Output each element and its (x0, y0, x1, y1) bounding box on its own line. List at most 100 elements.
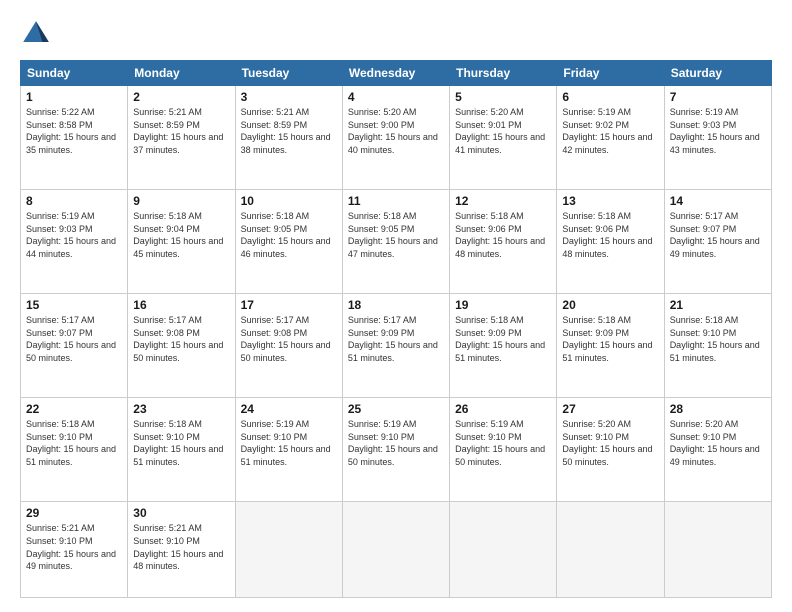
logo-icon (20, 18, 52, 50)
day-number: 23 (133, 402, 229, 416)
table-row: 26 Sunrise: 5:19 AMSunset: 9:10 PMDayligh… (450, 398, 557, 502)
calendar-week-1: 1 Sunrise: 5:22 AMSunset: 8:58 PMDaylight… (21, 86, 772, 190)
table-row: 29 Sunrise: 5:21 AMSunset: 9:10 PMDayligh… (21, 502, 128, 598)
table-row: 28Sunrise: 5:20 AMSunset: 9:10 PMDayligh… (664, 398, 771, 502)
cell-text: Sunrise: 5:20 AMSunset: 9:10 PMDaylight:… (562, 419, 652, 467)
table-row (557, 502, 664, 598)
table-row: 27 Sunrise: 5:20 AMSunset: 9:10 PMDayligh… (557, 398, 664, 502)
table-row: 24 Sunrise: 5:19 AMSunset: 9:10 PMDayligh… (235, 398, 342, 502)
table-row: 5 Sunrise: 5:20 AMSunset: 9:01 PMDaylight… (450, 86, 557, 190)
col-saturday: Saturday (664, 61, 771, 86)
table-row: 13 Sunrise: 5:18 AMSunset: 9:06 PMDayligh… (557, 190, 664, 294)
table-row: 14 Sunrise: 5:17 AMSunset: 9:07 PMDayligh… (664, 190, 771, 294)
day-number: 26 (455, 402, 551, 416)
cell-text: Sunrise: 5:20 AMSunset: 9:01 PMDaylight:… (455, 107, 545, 155)
cell-text: Sunrise: 5:17 AMSunset: 9:08 PMDaylight:… (133, 315, 223, 363)
cell-text: Sunrise: 5:18 AMSunset: 9:05 PMDaylight:… (348, 211, 438, 259)
day-number: 9 (133, 194, 229, 208)
table-row: 19 Sunrise: 5:18 AMSunset: 9:09 PMDayligh… (450, 294, 557, 398)
cell-text: Sunrise: 5:18 AMSunset: 9:04 PMDaylight:… (133, 211, 223, 259)
day-number: 14 (670, 194, 766, 208)
table-row: 11 Sunrise: 5:18 AMSunset: 9:05 PMDayligh… (342, 190, 449, 294)
table-row: 23 Sunrise: 5:18 AMSunset: 9:10 PMDayligh… (128, 398, 235, 502)
cell-text: Sunrise: 5:17 AMSunset: 9:07 PMDaylight:… (26, 315, 116, 363)
cell-text: Sunrise: 5:20 AMSunset: 9:00 PMDaylight:… (348, 107, 438, 155)
cell-text: Sunrise: 5:18 AMSunset: 9:09 PMDaylight:… (455, 315, 545, 363)
cell-text: Sunrise: 5:18 AMSunset: 9:10 PMDaylight:… (133, 419, 223, 467)
day-number: 15 (26, 298, 122, 312)
day-number: 25 (348, 402, 444, 416)
day-number: 28 (670, 402, 766, 416)
day-number: 27 (562, 402, 658, 416)
cell-text: Sunrise: 5:21 AMSunset: 9:10 PMDaylight:… (26, 523, 116, 571)
day-number: 12 (455, 194, 551, 208)
calendar-body: 1 Sunrise: 5:22 AMSunset: 8:58 PMDaylight… (21, 86, 772, 598)
table-row: 21Sunrise: 5:18 AMSunset: 9:10 PMDayligh… (664, 294, 771, 398)
table-row: 4 Sunrise: 5:20 AMSunset: 9:00 PMDaylight… (342, 86, 449, 190)
cell-text: Sunrise: 5:19 AMSunset: 9:03 PMDaylight:… (670, 107, 760, 155)
cell-text: Sunrise: 5:21 AMSunset: 8:59 PMDaylight:… (241, 107, 331, 155)
table-row (450, 502, 557, 598)
calendar-week-2: 8Sunrise: 5:19 AMSunset: 9:03 PMDaylight… (21, 190, 772, 294)
calendar-header: Sunday Monday Tuesday Wednesday Thursday… (21, 61, 772, 86)
cell-text: Sunrise: 5:19 AMSunset: 9:10 PMDaylight:… (241, 419, 331, 467)
cell-text: Sunrise: 5:17 AMSunset: 9:09 PMDaylight:… (348, 315, 438, 363)
day-number: 1 (26, 90, 122, 104)
day-number: 17 (241, 298, 337, 312)
calendar-week-4: 22 Sunrise: 5:18 AMSunset: 9:10 PMDayligh… (21, 398, 772, 502)
header (20, 18, 772, 50)
col-friday: Friday (557, 61, 664, 86)
table-row: 18 Sunrise: 5:17 AMSunset: 9:09 PMDayligh… (342, 294, 449, 398)
table-row: 15 Sunrise: 5:17 AMSunset: 9:07 PMDayligh… (21, 294, 128, 398)
table-row: 30Sunrise: 5:21 AMSunset: 9:10 PMDayligh… (128, 502, 235, 598)
calendar-week-5: 29 Sunrise: 5:21 AMSunset: 9:10 PMDayligh… (21, 502, 772, 598)
table-row (342, 502, 449, 598)
table-row: 2Sunrise: 5:21 AMSunset: 8:59 PMDaylight… (128, 86, 235, 190)
col-wednesday: Wednesday (342, 61, 449, 86)
cell-text: Sunrise: 5:18 AMSunset: 9:05 PMDaylight:… (241, 211, 331, 259)
calendar-table: Sunday Monday Tuesday Wednesday Thursday… (20, 60, 772, 598)
col-tuesday: Tuesday (235, 61, 342, 86)
day-number: 2 (133, 90, 229, 104)
day-number: 22 (26, 402, 122, 416)
day-number: 29 (26, 506, 122, 520)
cell-text: Sunrise: 5:19 AMSunset: 9:10 PMDaylight:… (348, 419, 438, 467)
table-row: 9 Sunrise: 5:18 AMSunset: 9:04 PMDaylight… (128, 190, 235, 294)
day-number: 24 (241, 402, 337, 416)
day-number: 8 (26, 194, 122, 208)
table-row: 1 Sunrise: 5:22 AMSunset: 8:58 PMDaylight… (21, 86, 128, 190)
cell-text: Sunrise: 5:19 AMSunset: 9:10 PMDaylight:… (455, 419, 545, 467)
col-sunday: Sunday (21, 61, 128, 86)
table-row: 17 Sunrise: 5:17 AMSunset: 9:08 PMDayligh… (235, 294, 342, 398)
table-row: 20Sunrise: 5:18 AMSunset: 9:09 PMDayligh… (557, 294, 664, 398)
table-row: 3 Sunrise: 5:21 AMSunset: 8:59 PMDaylight… (235, 86, 342, 190)
cell-text: Sunrise: 5:17 AMSunset: 9:08 PMDaylight:… (241, 315, 331, 363)
table-row: 22 Sunrise: 5:18 AMSunset: 9:10 PMDayligh… (21, 398, 128, 502)
table-row (235, 502, 342, 598)
cell-text: Sunrise: 5:17 AMSunset: 9:07 PMDaylight:… (670, 211, 760, 259)
table-row: 16Sunrise: 5:17 AMSunset: 9:08 PMDayligh… (128, 294, 235, 398)
col-monday: Monday (128, 61, 235, 86)
cell-text: Sunrise: 5:22 AMSunset: 8:58 PMDaylight:… (26, 107, 116, 155)
day-number: 13 (562, 194, 658, 208)
day-number: 6 (562, 90, 658, 104)
cell-text: Sunrise: 5:19 AMSunset: 9:02 PMDaylight:… (562, 107, 652, 155)
logo (20, 18, 56, 50)
day-number: 7 (670, 90, 766, 104)
cell-text: Sunrise: 5:18 AMSunset: 9:06 PMDaylight:… (455, 211, 545, 259)
cell-text: Sunrise: 5:18 AMSunset: 9:10 PMDaylight:… (26, 419, 116, 467)
day-number: 3 (241, 90, 337, 104)
cell-text: Sunrise: 5:18 AMSunset: 9:09 PMDaylight:… (562, 315, 652, 363)
calendar-week-3: 15 Sunrise: 5:17 AMSunset: 9:07 PMDayligh… (21, 294, 772, 398)
day-number: 5 (455, 90, 551, 104)
day-number: 18 (348, 298, 444, 312)
cell-text: Sunrise: 5:18 AMSunset: 9:06 PMDaylight:… (562, 211, 652, 259)
page: Sunday Monday Tuesday Wednesday Thursday… (0, 0, 792, 612)
day-number: 11 (348, 194, 444, 208)
table-row: 7 Sunrise: 5:19 AMSunset: 9:03 PMDaylight… (664, 86, 771, 190)
day-number: 30 (133, 506, 229, 520)
table-row: 8Sunrise: 5:19 AMSunset: 9:03 PMDaylight… (21, 190, 128, 294)
cell-text: Sunrise: 5:18 AMSunset: 9:10 PMDaylight:… (670, 315, 760, 363)
day-number: 4 (348, 90, 444, 104)
day-number: 19 (455, 298, 551, 312)
